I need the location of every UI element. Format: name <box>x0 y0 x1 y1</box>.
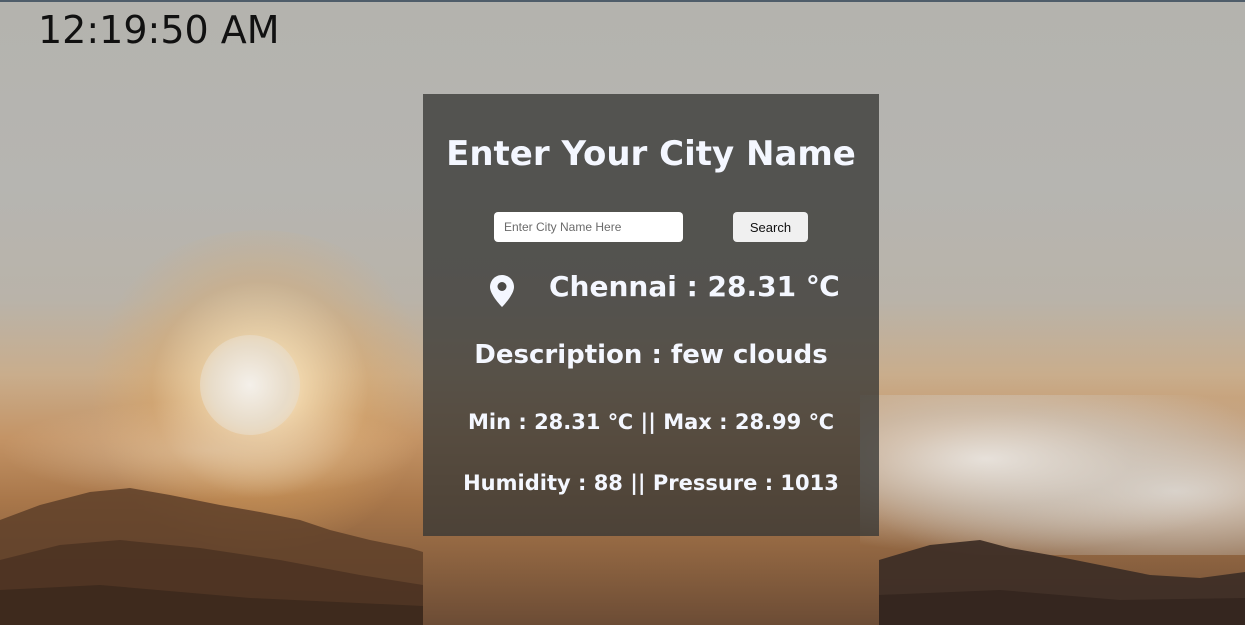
location-row <box>488 268 516 314</box>
city-temperature: Chennai : 28.31 ℃ <box>549 270 840 303</box>
min-max-temperature: Min : 28.31 ℃ || Max : 28.99 ℃ <box>468 410 834 434</box>
card-title: Enter Your City Name <box>446 134 856 174</box>
clock-time: 12:19:50 AM <box>38 8 280 52</box>
search-button[interactable]: Search <box>733 212 808 242</box>
city-search-input[interactable] <box>494 212 683 242</box>
weather-description: Description : few clouds <box>474 340 828 370</box>
map-pin-icon <box>488 274 516 308</box>
weather-card: Enter Your City Name <box>423 94 879 536</box>
top-border <box>0 0 1245 2</box>
humidity-pressure: Humidity : 88 || Pressure : 1013 <box>463 471 839 495</box>
